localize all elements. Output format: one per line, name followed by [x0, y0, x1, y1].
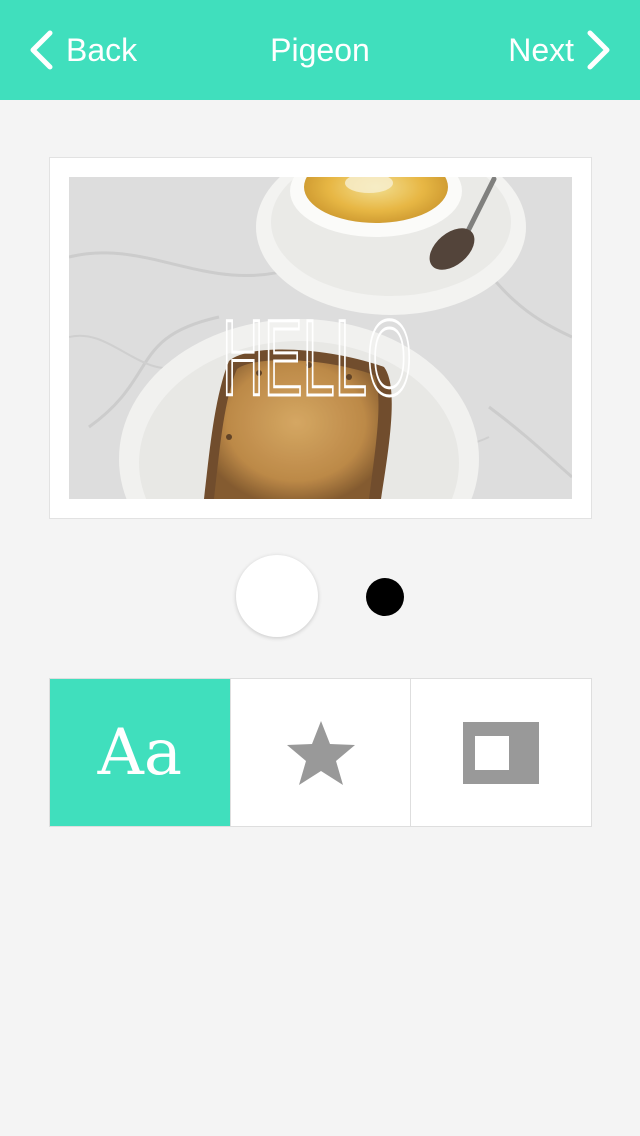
sticker-tool-button[interactable] [231, 679, 412, 826]
card-preview: HELLO [49, 157, 592, 519]
frame-icon [463, 721, 540, 784]
color-swatch-white[interactable] [236, 555, 318, 637]
card-overlay-text[interactable]: HELLO [221, 296, 414, 420]
nav-bar: Back Pigeon Next [0, 0, 640, 100]
photo-illustration: HELLO [69, 177, 572, 499]
card-photo[interactable]: HELLO [69, 177, 572, 499]
edit-toolbar: Aa [49, 678, 592, 827]
text-icon: Aa [97, 715, 183, 790]
color-swatch-black[interactable] [366, 578, 404, 616]
next-label: Next [508, 31, 574, 68]
next-button[interactable]: Next [508, 28, 612, 72]
chevron-right-icon [587, 30, 610, 70]
star-icon [286, 720, 355, 785]
frame-tool-button[interactable] [411, 679, 591, 826]
text-tool-button[interactable]: Aa [50, 679, 231, 826]
